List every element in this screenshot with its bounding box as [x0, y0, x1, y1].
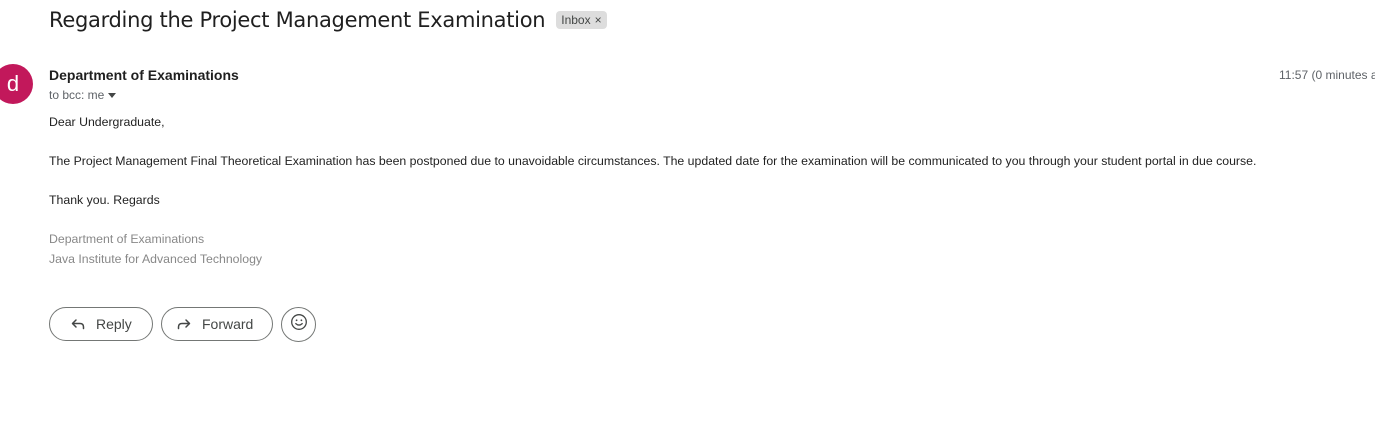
emoji-reaction-button[interactable]: [281, 307, 316, 342]
caret-down-icon[interactable]: [108, 92, 117, 98]
forward-button[interactable]: Forward: [161, 307, 273, 341]
avatar-letter: d: [6, 71, 20, 96]
remove-label-icon[interactable]: ×: [595, 12, 602, 28]
signature-line-1: Department of Examinations: [49, 232, 205, 246]
forward-label: Forward: [202, 316, 254, 332]
message-timestamp: 11:57 (0 minutes a: [1279, 68, 1375, 82]
reply-label: Reply: [96, 316, 132, 332]
reply-button[interactable]: Reply: [49, 307, 153, 341]
sender-avatar[interactable]: d: [0, 64, 33, 104]
message-greeting: Dear Undergraduate,: [49, 115, 165, 129]
message-closing: Thank you. Regards: [49, 193, 160, 207]
inbox-label-chip[interactable]: Inbox ×: [556, 11, 607, 29]
message-paragraph: The Project Management Final Theoretical…: [49, 154, 1257, 168]
reply-arrow-icon: [70, 316, 86, 332]
sender-name[interactable]: Department of Examinations: [49, 67, 239, 83]
recipients-text: to bcc: me: [49, 88, 105, 102]
email-subject: Regarding the Project Management Examina…: [49, 8, 546, 32]
smiley-face-icon: [290, 313, 308, 336]
email-view: Regarding the Project Management Examina…: [0, 0, 1375, 436]
recipients-line[interactable]: to bcc: me: [49, 88, 117, 102]
subject-row: Regarding the Project Management Examina…: [49, 8, 607, 32]
forward-arrow-icon: [176, 316, 192, 332]
inbox-label-text: Inbox: [561, 13, 591, 27]
signature-line-2: Java Institute for Advanced Technology: [49, 252, 263, 266]
